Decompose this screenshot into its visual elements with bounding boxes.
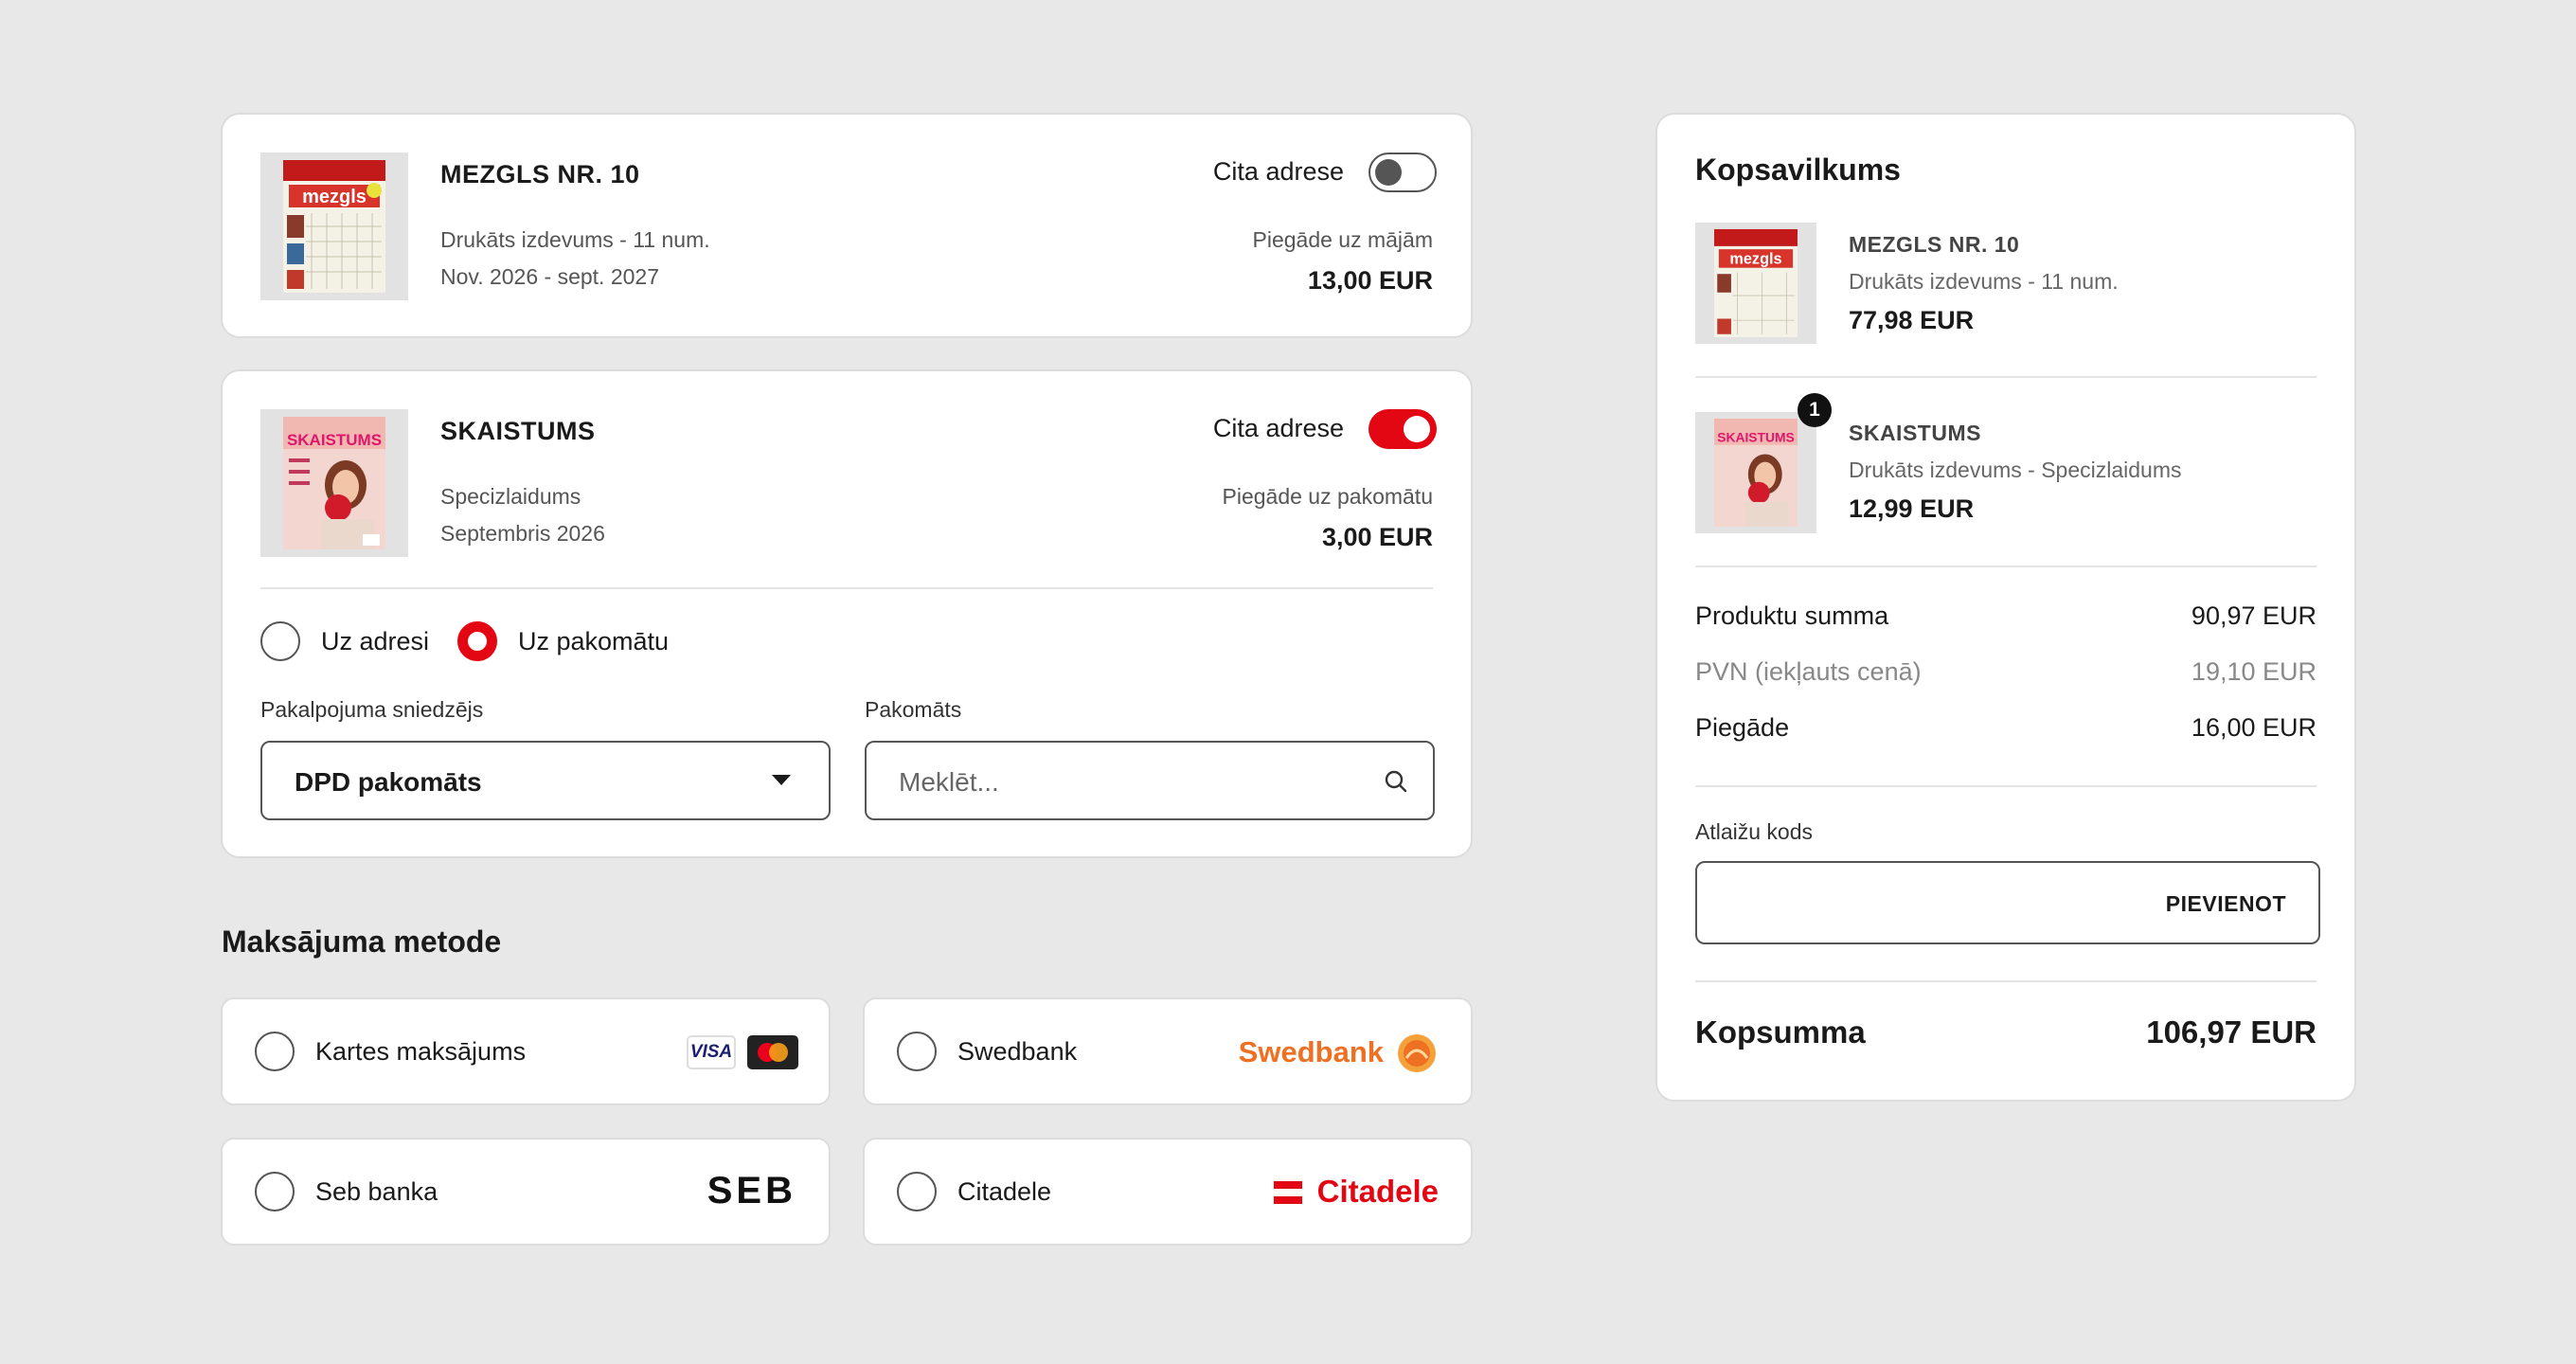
summary-item-title: MEZGLS NR. 10 [1849, 232, 2020, 257]
divider [1695, 785, 2317, 787]
delivery-row: Piegāde 16,00 EUR [1695, 713, 2317, 743]
add-discount-button[interactable]: PIEVIENOT [2166, 891, 2286, 917]
total-value: 106,97 EUR [2146, 1014, 2317, 1050]
summary-item-title: SKAISTUMS [1849, 421, 1981, 445]
svg-text:mezgls: mezgls [1729, 251, 1781, 268]
cover-skaistums: SKAISTUMS [260, 409, 408, 557]
payment-swedbank[interactable]: Swedbank Swedbank [863, 997, 1473, 1105]
delivery-label: Piegāde [1695, 713, 1790, 742]
vat-label: PVN (iekļauts cenā) [1695, 657, 1922, 686]
products-sum-label: Produktu summa [1695, 601, 1889, 630]
locker-label: Pakomāts [865, 697, 962, 722]
summary-item-edition: Drukāts izdevums - 11 num. [1849, 269, 2119, 294]
other-address-toggle[interactable] [1368, 153, 1437, 192]
radio-address-label: Uz adresi [321, 627, 430, 655]
seb-logo: SEB [707, 1170, 796, 1211]
divider [1695, 980, 2317, 982]
magazine-cover-image: SKAISTUMS [283, 417, 385, 549]
payment-citadele-label: Citadele [957, 1177, 1052, 1206]
divider [1695, 565, 2317, 567]
summary-item-edition: Drukāts izdevums - Specizlaidums [1849, 458, 2182, 482]
item-price: 13,00 EUR [1307, 266, 1433, 295]
radio-parcel-locker[interactable] [457, 621, 497, 661]
svg-text:SKAISTUMS: SKAISTUMS [287, 431, 382, 449]
products-sum-row: Produktu summa 90,97 EUR [1695, 601, 2317, 631]
payment-card-radio[interactable] [255, 1032, 295, 1071]
total-label: Kopsumma [1695, 1014, 1866, 1050]
payment-seb-label: Seb banka [315, 1177, 438, 1206]
payment-swedbank-label: Swedbank [957, 1037, 1078, 1066]
payment-card-label: Kartes maksājums [315, 1037, 527, 1066]
mastercard-icon [747, 1035, 798, 1069]
svg-text:mezgls: mezgls [302, 187, 367, 207]
item-card-mezgls: mezgls MEZGLS NR. 10 Drukāts izdevums - … [221, 113, 1473, 338]
magazine-cover-image: mezgls [283, 160, 385, 293]
discount-code-input[interactable]: PIEVIENOT [1695, 861, 2320, 944]
toggle-knob [1404, 416, 1430, 442]
summary-item-price: 12,99 EUR [1849, 494, 1975, 523]
divider [260, 587, 1433, 589]
payment-card[interactable]: Kartes maksājums VISA [221, 997, 831, 1105]
delivery-value: 16,00 EUR [2191, 713, 2317, 742]
chevron-down-icon [772, 775, 791, 785]
item-title: SKAISTUMS [440, 417, 596, 445]
item-period: Septembris 2026 [440, 521, 605, 546]
provider-value: DPD pakomāts [295, 767, 482, 797]
toggle-knob [1375, 159, 1402, 186]
radio-parcel-label: Uz pakomātu [518, 627, 670, 655]
summary-card: Kopsavilkums mezgls MEZGLS NR. 10 Drukāt… [1655, 113, 2356, 1102]
locker-search-placeholder: Meklēt... [899, 767, 999, 797]
payment-seb[interactable]: Seb banka SEB [221, 1138, 831, 1246]
summary-heading: Kopsavilkums [1695, 153, 1901, 187]
item-edition: Specizlaidums [440, 484, 581, 509]
vat-value: 19,10 EUR [2191, 657, 2317, 686]
quantity-badge: 1 [1798, 393, 1832, 427]
summary-item-price: 77,98 EUR [1849, 306, 1975, 334]
magazine-cover-image: SKAISTUMS [1714, 418, 1798, 528]
locker-search-input[interactable]: Meklēt... [865, 741, 1435, 820]
item-period: Nov. 2026 - sept. 2027 [440, 264, 659, 289]
search-icon [1385, 770, 1407, 793]
divider [1695, 376, 2317, 378]
payment-swedbank-radio[interactable] [897, 1032, 937, 1071]
item-card-skaistums: SKAISTUMS SKAISTUMS Specizlaidums Septem… [221, 369, 1473, 858]
other-address-label: Cita adrese [1212, 157, 1344, 186]
delivery-type: Piegāde uz pakomātu [1222, 484, 1434, 509]
payment-heading: Maksājuma metode [222, 924, 502, 959]
payment-citadele[interactable]: Citadele Citadele [863, 1138, 1473, 1246]
payment-seb-radio[interactable] [255, 1172, 295, 1211]
summary-cover-skaistums: SKAISTUMS [1695, 412, 1816, 533]
cover-mezgls: mezgls [260, 153, 408, 300]
magazine-cover-image: mezgls [1714, 228, 1798, 338]
swedbank-logo: Swedbank [1238, 1035, 1384, 1068]
discount-label: Atlaižu kods [1695, 819, 1814, 844]
other-address-label: Cita adrese [1212, 414, 1344, 442]
delivery-type: Piegāde uz mājām [1252, 227, 1434, 252]
item-price: 3,00 EUR [1321, 523, 1433, 551]
citadele-flag-icon [1274, 1181, 1302, 1204]
citadele-logo: Citadele [1316, 1174, 1439, 1209]
item-edition: Drukāts izdevums - 11 num. [440, 227, 710, 252]
svg-text:SKAISTUMS: SKAISTUMS [1717, 429, 1795, 444]
summary-cover-mezgls: mezgls [1695, 223, 1816, 344]
other-address-toggle[interactable] [1368, 409, 1437, 449]
radio-address[interactable] [260, 621, 300, 661]
payment-citadele-radio[interactable] [897, 1172, 937, 1211]
products-sum-value: 90,97 EUR [2191, 601, 2317, 630]
vat-row: PVN (iekļauts cenā) 19,10 EUR [1695, 657, 2317, 687]
total-row: Kopsumma 106,97 EUR [1695, 1014, 2317, 1050]
swedbank-oak-icon [1398, 1034, 1436, 1072]
provider-label: Pakalpojuma sniedzējs [260, 697, 484, 722]
item-title: MEZGLS NR. 10 [440, 160, 640, 188]
visa-icon: VISA [687, 1035, 736, 1069]
provider-select[interactable]: DPD pakomāts [260, 741, 831, 820]
